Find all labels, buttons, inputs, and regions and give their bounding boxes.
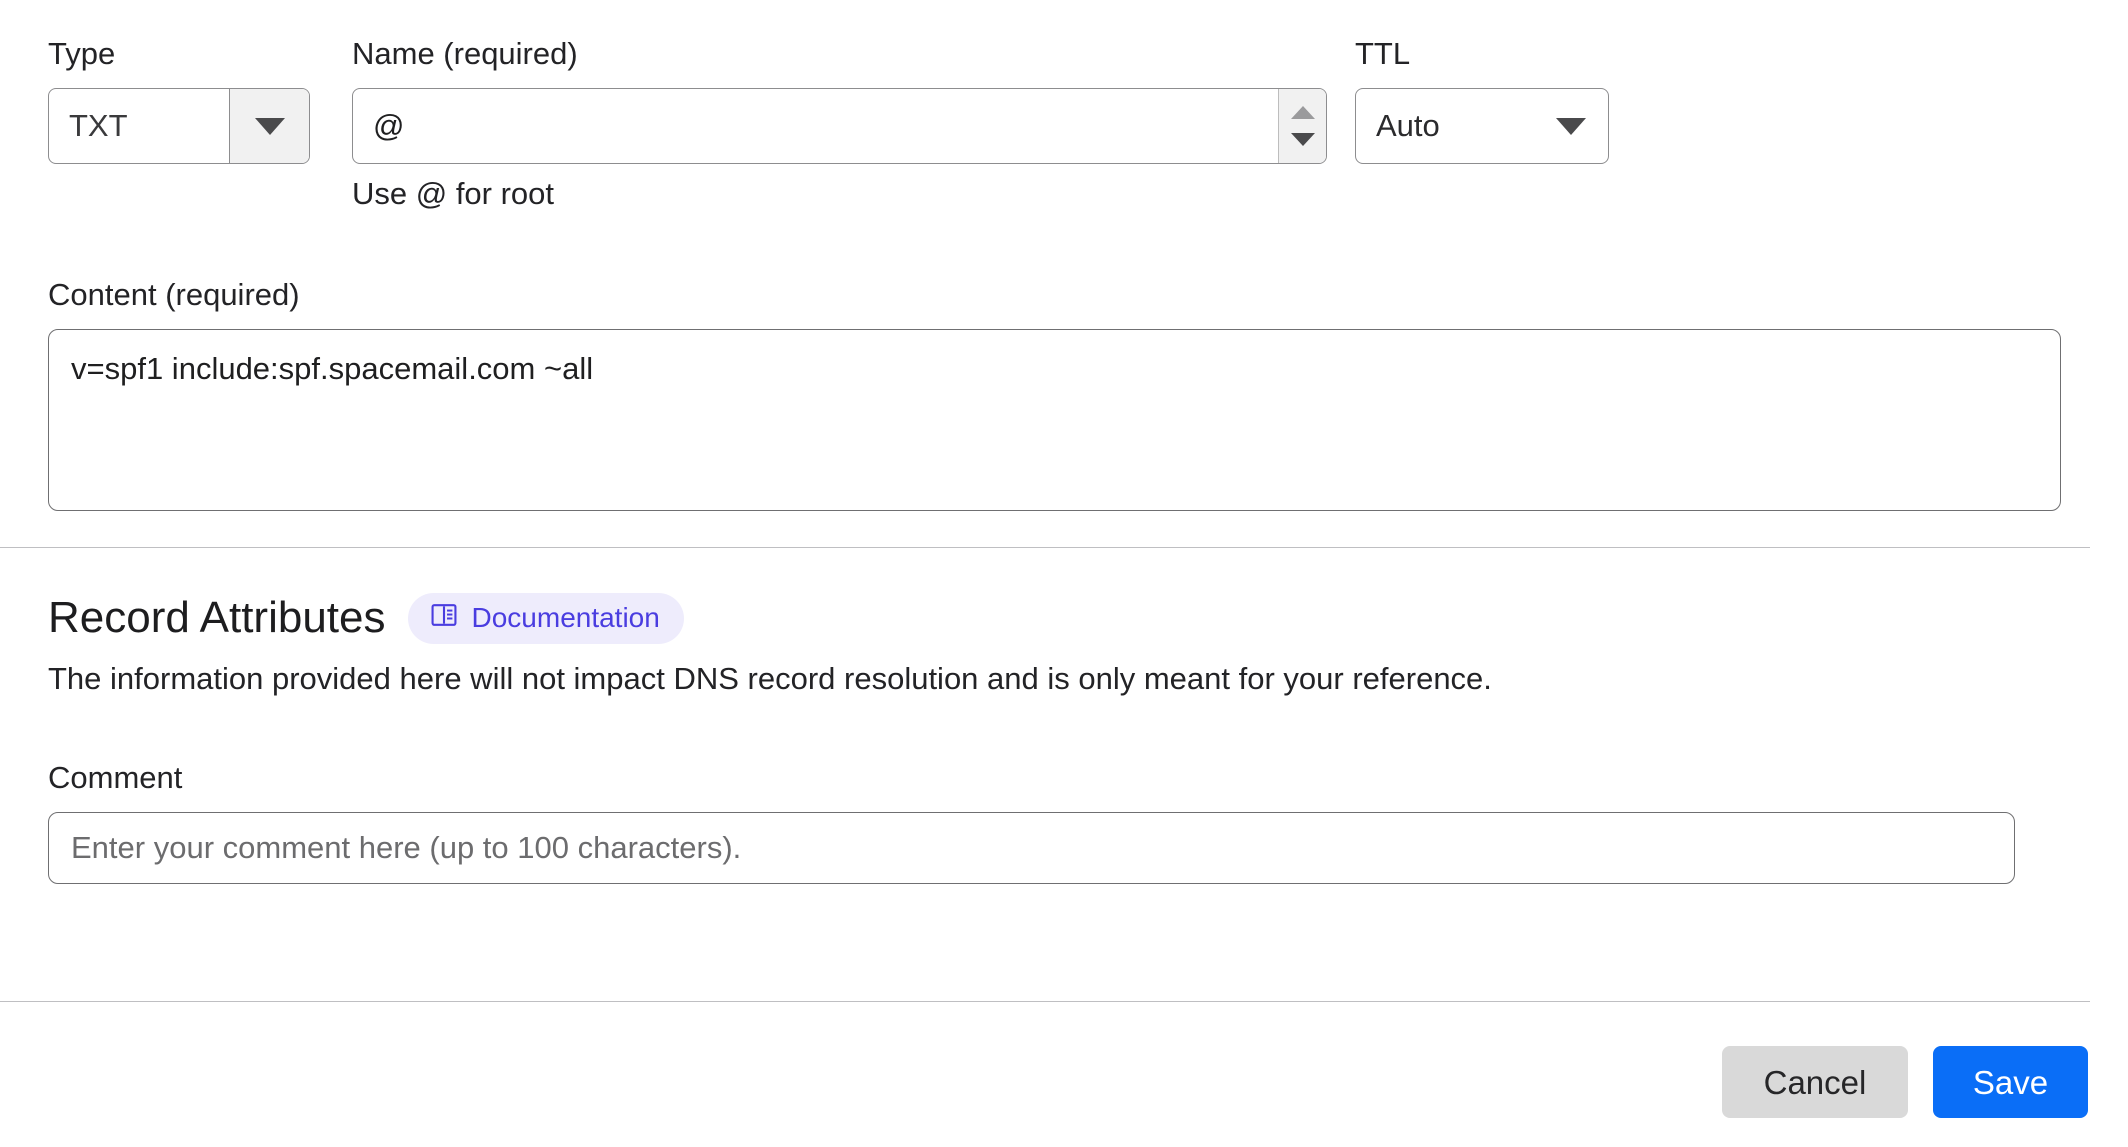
spinner-up-arrow-icon[interactable] — [1290, 106, 1315, 119]
record-attributes-header: Record Attributes Documentation — [48, 592, 2048, 644]
spinner-down-arrow-icon[interactable] — [1290, 133, 1315, 146]
chevron-down-icon — [1556, 117, 1586, 135]
record-attributes-description: The information provided here will not i… — [48, 661, 1492, 696]
section-divider-bottom — [0, 1001, 2090, 1002]
name-helper-text: Use @ for root — [352, 176, 555, 211]
content-field-group: Content (required) — [48, 277, 2061, 511]
ttl-select[interactable]: Auto — [1355, 88, 1609, 164]
record-attributes-title: Record Attributes — [48, 593, 386, 642]
form-actions: Cancel Save — [1722, 1046, 2088, 1118]
name-input-wrapper — [352, 88, 1327, 164]
type-label: Type — [48, 36, 116, 71]
dns-record-form: Type TXT Name (required) Use @ for root — [0, 0, 2128, 1147]
book-icon — [430, 601, 458, 634]
content-textarea[interactable] — [48, 329, 2061, 511]
ttl-field-group: TTL Auto — [1355, 36, 1609, 164]
type-select[interactable]: TXT — [48, 88, 310, 164]
save-button[interactable]: Save — [1933, 1046, 2088, 1118]
comment-field-group: Comment — [48, 760, 2015, 884]
type-dropdown-button[interactable] — [229, 89, 309, 163]
name-spinner[interactable] — [1278, 89, 1326, 163]
section-divider-top — [0, 547, 2090, 548]
record-primary-fields: Type TXT Name (required) Use @ for root — [0, 0, 2128, 250]
type-field-group: Type TXT — [48, 36, 310, 164]
record-attributes-section: Record Attributes Documentation The info… — [48, 592, 2048, 698]
type-select-value: TXT — [69, 108, 128, 143]
documentation-link[interactable]: Documentation — [407, 592, 684, 644]
name-field-group: Name (required) Use @ for root — [352, 36, 1327, 212]
name-input[interactable] — [353, 89, 1278, 163]
content-label: Content (required) — [48, 277, 300, 312]
comment-input[interactable] — [48, 812, 2015, 884]
name-label: Name (required) — [352, 36, 578, 71]
ttl-label: TTL — [1355, 36, 1411, 71]
ttl-select-value: Auto — [1376, 108, 1440, 143]
cancel-button[interactable]: Cancel — [1722, 1046, 1908, 1118]
comment-label: Comment — [48, 760, 183, 795]
chevron-down-icon — [254, 117, 285, 135]
documentation-label: Documentation — [471, 601, 660, 633]
